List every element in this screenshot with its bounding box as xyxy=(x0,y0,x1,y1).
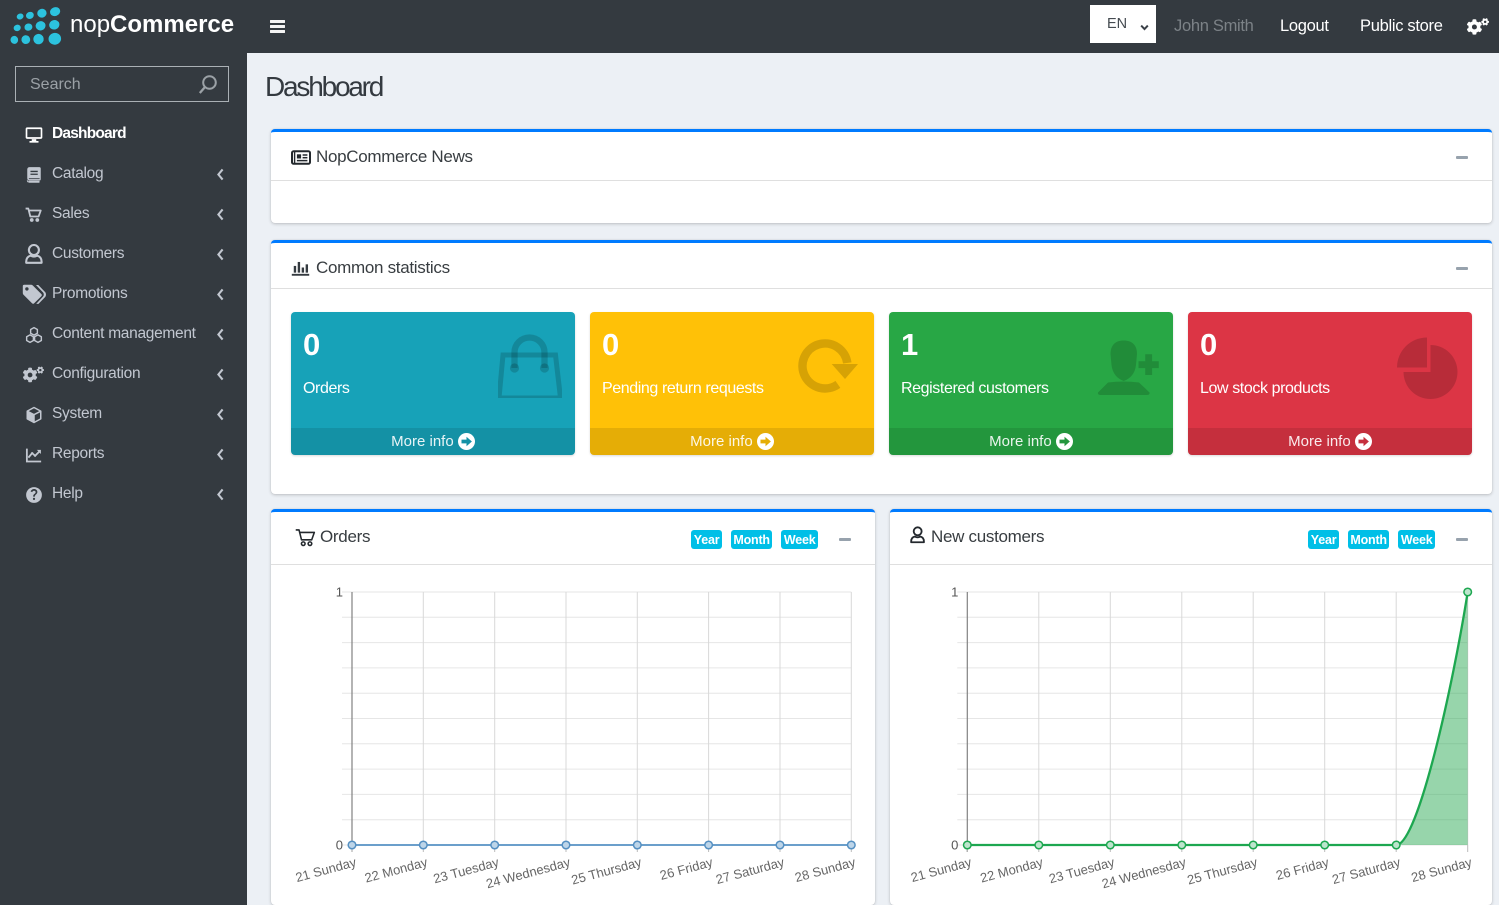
svg-text:25 Thursday: 25 Thursday xyxy=(570,854,644,887)
svg-text:21 Sunday: 21 Sunday xyxy=(909,854,973,885)
svg-text:25 Thursday: 25 Thursday xyxy=(1186,854,1260,887)
svg-text:21 Sunday: 21 Sunday xyxy=(294,854,358,885)
svg-text:0: 0 xyxy=(951,838,958,853)
svg-text:1: 1 xyxy=(951,585,958,600)
svg-text:27 Saturday: 27 Saturday xyxy=(1330,854,1402,887)
svg-text:1: 1 xyxy=(336,585,343,600)
svg-text:22 Monday: 22 Monday xyxy=(979,854,1045,885)
svg-text:27 Saturday: 27 Saturday xyxy=(714,854,786,887)
svg-text:0: 0 xyxy=(336,838,343,853)
svg-text:26 Friday: 26 Friday xyxy=(1274,854,1331,883)
svg-text:26 Friday: 26 Friday xyxy=(658,854,715,883)
svg-text:28 Sunday: 28 Sunday xyxy=(793,854,857,885)
svg-text:28 Sunday: 28 Sunday xyxy=(1410,854,1474,885)
svg-text:22 Monday: 22 Monday xyxy=(363,854,429,885)
